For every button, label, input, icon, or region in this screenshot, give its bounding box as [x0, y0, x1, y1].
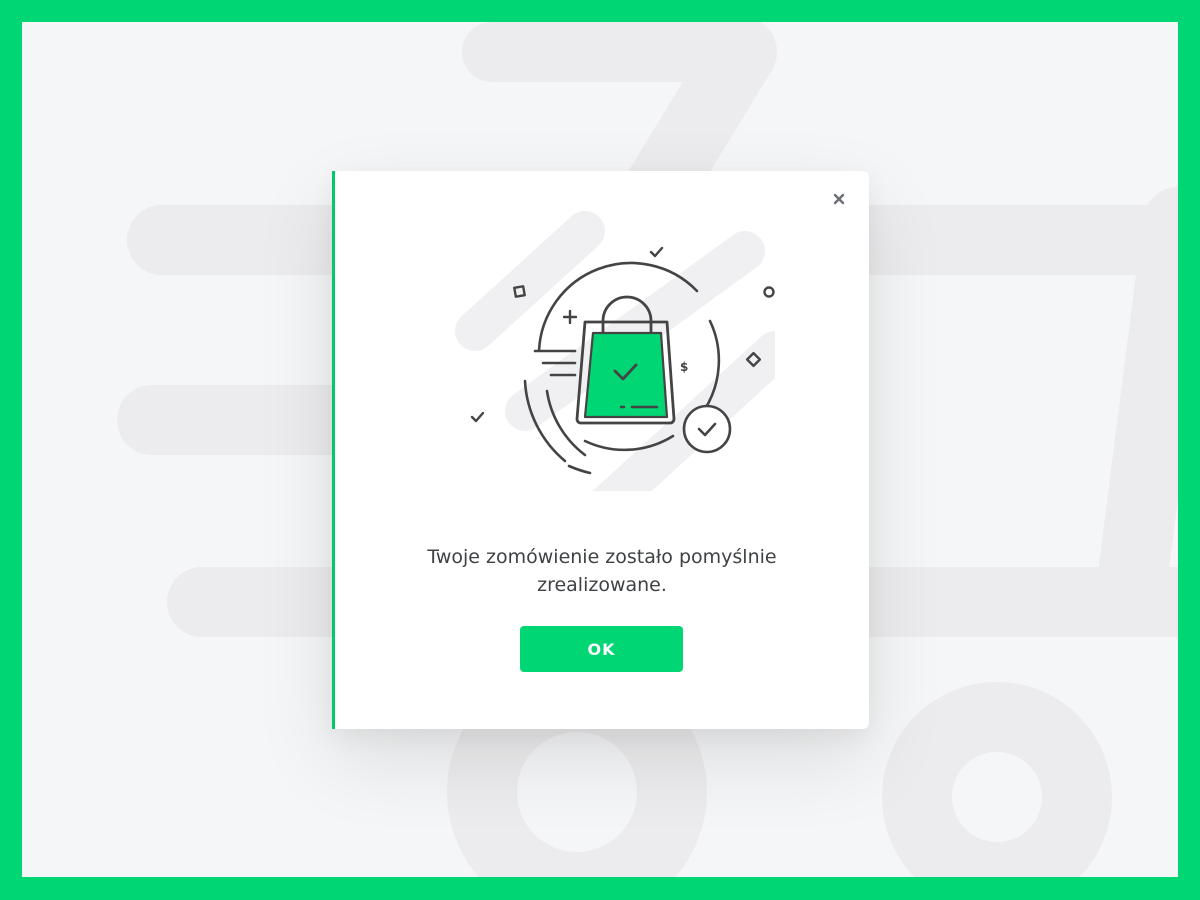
success-message: Twoje zomówienie zostało pomyślnie zreal…: [427, 546, 777, 596]
order-success-dialog: $ Twoje zomówienie zostało pomyślnie zre…: [332, 171, 869, 729]
ok-button[interactable]: OK: [520, 626, 683, 672]
close-button[interactable]: [831, 191, 847, 207]
page-background: $ Twoje zomówienie zostało pomyślnie zre…: [22, 22, 1178, 877]
shopping-bag-success-icon: $: [455, 211, 775, 491]
currency-symbol: $: [680, 360, 688, 374]
close-icon: [833, 193, 845, 205]
